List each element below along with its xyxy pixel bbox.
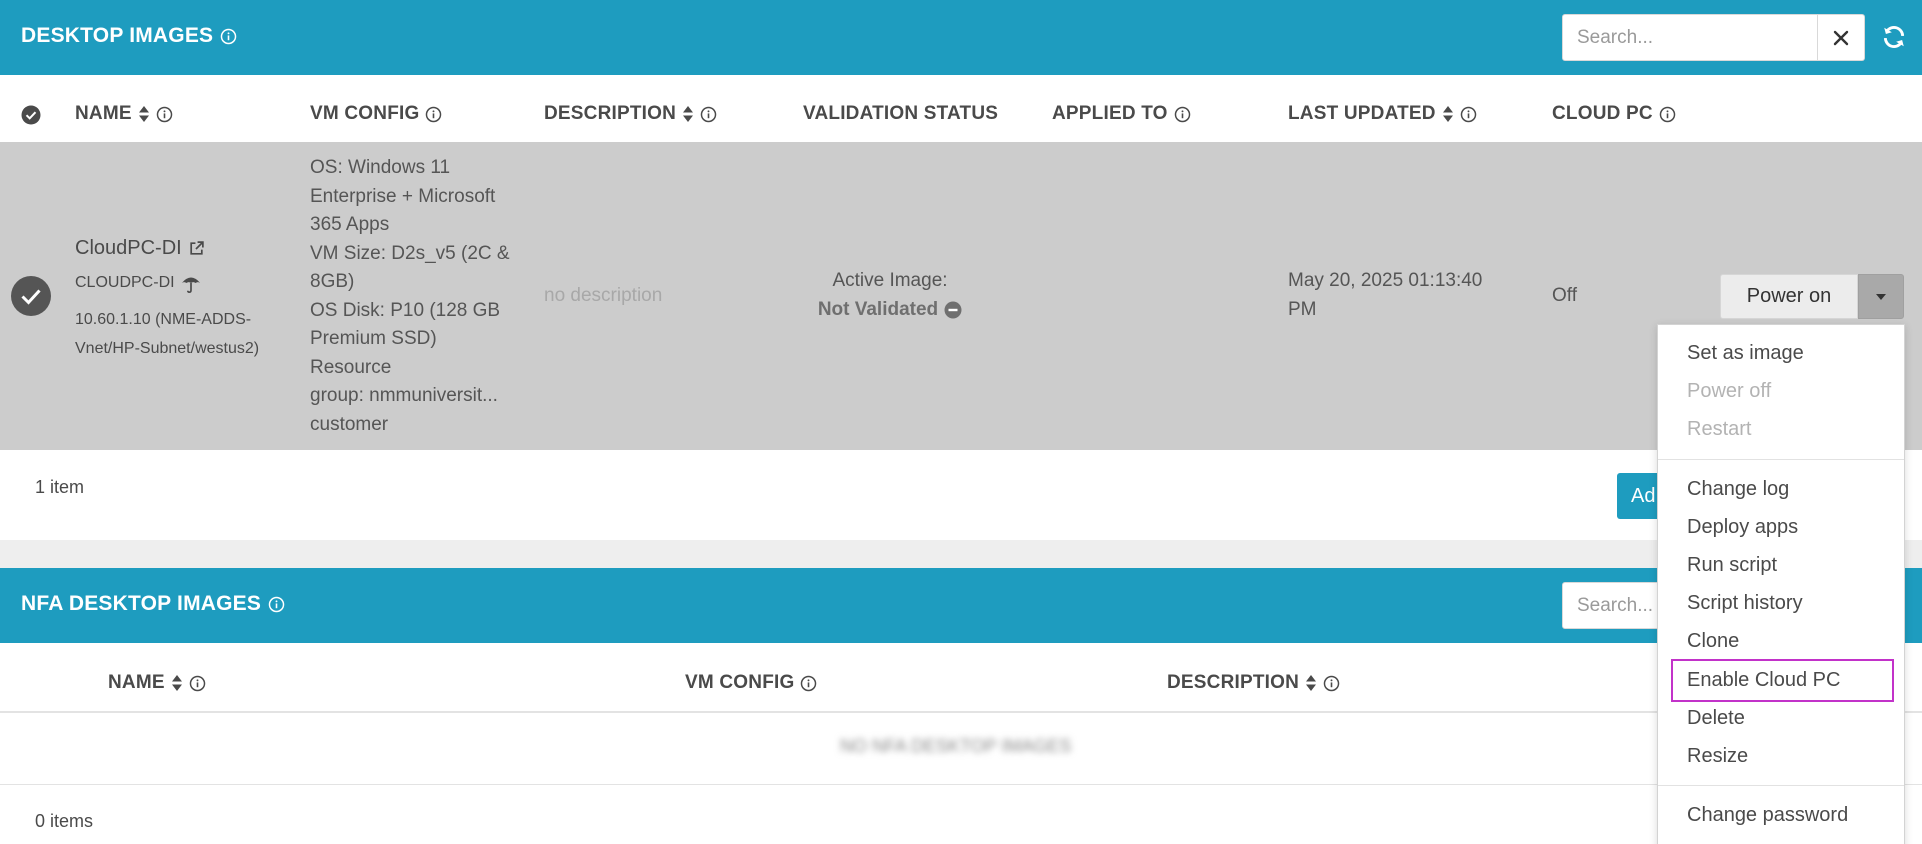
menu-item-enable-cloud-pc[interactable]: Enable Cloud PC <box>1687 669 1840 692</box>
select-all-checkbox[interactable] <box>21 105 41 130</box>
check-circle-icon <box>21 105 41 125</box>
desktop-images-title: DESKTOP IMAGES <box>21 24 237 48</box>
caret-down-icon <box>1876 293 1886 300</box>
empty-state-message: NO NFA DESKTOP IMAGES <box>840 736 1072 756</box>
sort-icon[interactable] <box>682 105 694 123</box>
column-last-updated[interactable]: LAST UPDATED <box>1288 103 1477 125</box>
image-name-link[interactable]: CloudPC-DI <box>75 237 205 260</box>
actions-dropdown-menu: Set as image Power off Restart Change lo… <box>1657 324 1905 844</box>
sort-icon[interactable] <box>138 105 150 123</box>
menu-item-set-as-image[interactable]: Set as image <box>1687 342 1804 365</box>
umbrella-icon <box>181 277 200 293</box>
column-name[interactable]: NAME <box>75 103 173 125</box>
footer-divider <box>0 784 1922 785</box>
desktop-images-panel: DESKTOP IMAGES NAME VM CONFIG <box>0 0 1922 540</box>
image-sub-name: CLOUDPC-DI <box>75 272 202 294</box>
header-divider <box>0 711 1922 713</box>
validation-status-cell: Active Image: Not Validated <box>795 267 985 324</box>
desktop-images-search-box <box>1562 14 1818 61</box>
clear-search-button[interactable] <box>1818 14 1865 61</box>
menu-item-run-script[interactable]: Run script <box>1687 554 1777 577</box>
info-icon[interactable] <box>1174 106 1191 123</box>
menu-item-restart: Restart <box>1687 418 1752 440</box>
menu-item-script-history[interactable]: Script history <box>1687 592 1803 615</box>
nfa-column-name[interactable]: NAME <box>108 672 206 694</box>
column-validation-status: VALIDATION STATUS <box>803 103 999 124</box>
description-cell: no description <box>544 285 663 306</box>
minus-circle-icon <box>944 301 962 319</box>
image-network: 10.60.1.10 (NME-ADDS- Vnet/HP-Subnet/wes… <box>75 311 260 357</box>
table-row[interactable]: CloudPC-DI CLOUDPC-DI 10.60.1.10 (NME-AD… <box>0 142 1922 450</box>
sort-icon[interactable] <box>1442 105 1454 123</box>
nfa-desktop-images-title: NFA DESKTOP IMAGES <box>21 592 285 616</box>
power-on-button[interactable]: Power on <box>1720 274 1858 319</box>
menu-item-change-log[interactable]: Change log <box>1687 478 1789 501</box>
cloud-pc-cell: Off <box>1552 285 1577 306</box>
info-icon[interactable] <box>800 675 817 692</box>
column-cloud-pc: CLOUD PC <box>1552 103 1676 125</box>
sort-icon[interactable] <box>171 674 183 692</box>
sort-icon[interactable] <box>1305 674 1317 692</box>
menu-item-resize[interactable]: Resize <box>1687 745 1748 768</box>
menu-item-power-off: Power off <box>1687 380 1772 402</box>
last-updated-cell: May 20, 2025 01:13:40 PM <box>1288 270 1483 320</box>
info-icon[interactable] <box>156 106 173 123</box>
actions-dropdown-toggle[interactable] <box>1858 274 1904 319</box>
desktop-images-search-input[interactable] <box>1563 15 1817 60</box>
menu-item-clone[interactable]: Clone <box>1687 630 1739 653</box>
item-count: 1 item <box>35 477 85 497</box>
info-icon[interactable] <box>220 28 237 45</box>
row-checkbox[interactable] <box>11 276 51 321</box>
nfa-desktop-images-panel: NFA DESKTOP IMAGES NAME VM CONFIG DESCRI… <box>0 568 1922 844</box>
menu-divider <box>1658 459 1904 460</box>
info-icon[interactable] <box>425 106 442 123</box>
check-circle-icon <box>11 276 51 316</box>
menu-divider <box>1658 785 1904 786</box>
column-vm-config: VM CONFIG <box>310 103 442 125</box>
refresh-icon <box>1883 26 1905 48</box>
info-icon[interactable] <box>189 675 206 692</box>
menu-item-delete[interactable]: Delete <box>1687 707 1745 730</box>
column-description[interactable]: DESCRIPTION <box>544 103 717 125</box>
nfa-desktop-images-header: NFA DESKTOP IMAGES <box>0 568 1922 643</box>
info-icon[interactable] <box>268 596 285 613</box>
refresh-button[interactable] <box>1876 19 1912 55</box>
info-icon[interactable] <box>1659 106 1676 123</box>
menu-item-deploy-apps[interactable]: Deploy apps <box>1687 516 1798 539</box>
info-icon[interactable] <box>1460 106 1477 123</box>
nfa-column-description[interactable]: DESCRIPTION <box>1167 672 1340 694</box>
column-applied-to: APPLIED TO <box>1052 103 1191 125</box>
vm-config-cell: OS: Windows 11 Enterprise + Microsoft 36… <box>310 157 510 435</box>
external-link-icon[interactable] <box>188 240 205 257</box>
menu-item-change-password[interactable]: Change password <box>1687 804 1848 827</box>
desktop-images-header: DESKTOP IMAGES <box>0 0 1922 75</box>
nfa-column-vm-config: VM CONFIG <box>685 672 817 694</box>
close-icon <box>1833 30 1849 45</box>
info-icon[interactable] <box>1323 675 1340 692</box>
nfa-item-count: 0 items <box>35 811 94 831</box>
info-icon[interactable] <box>700 106 717 123</box>
